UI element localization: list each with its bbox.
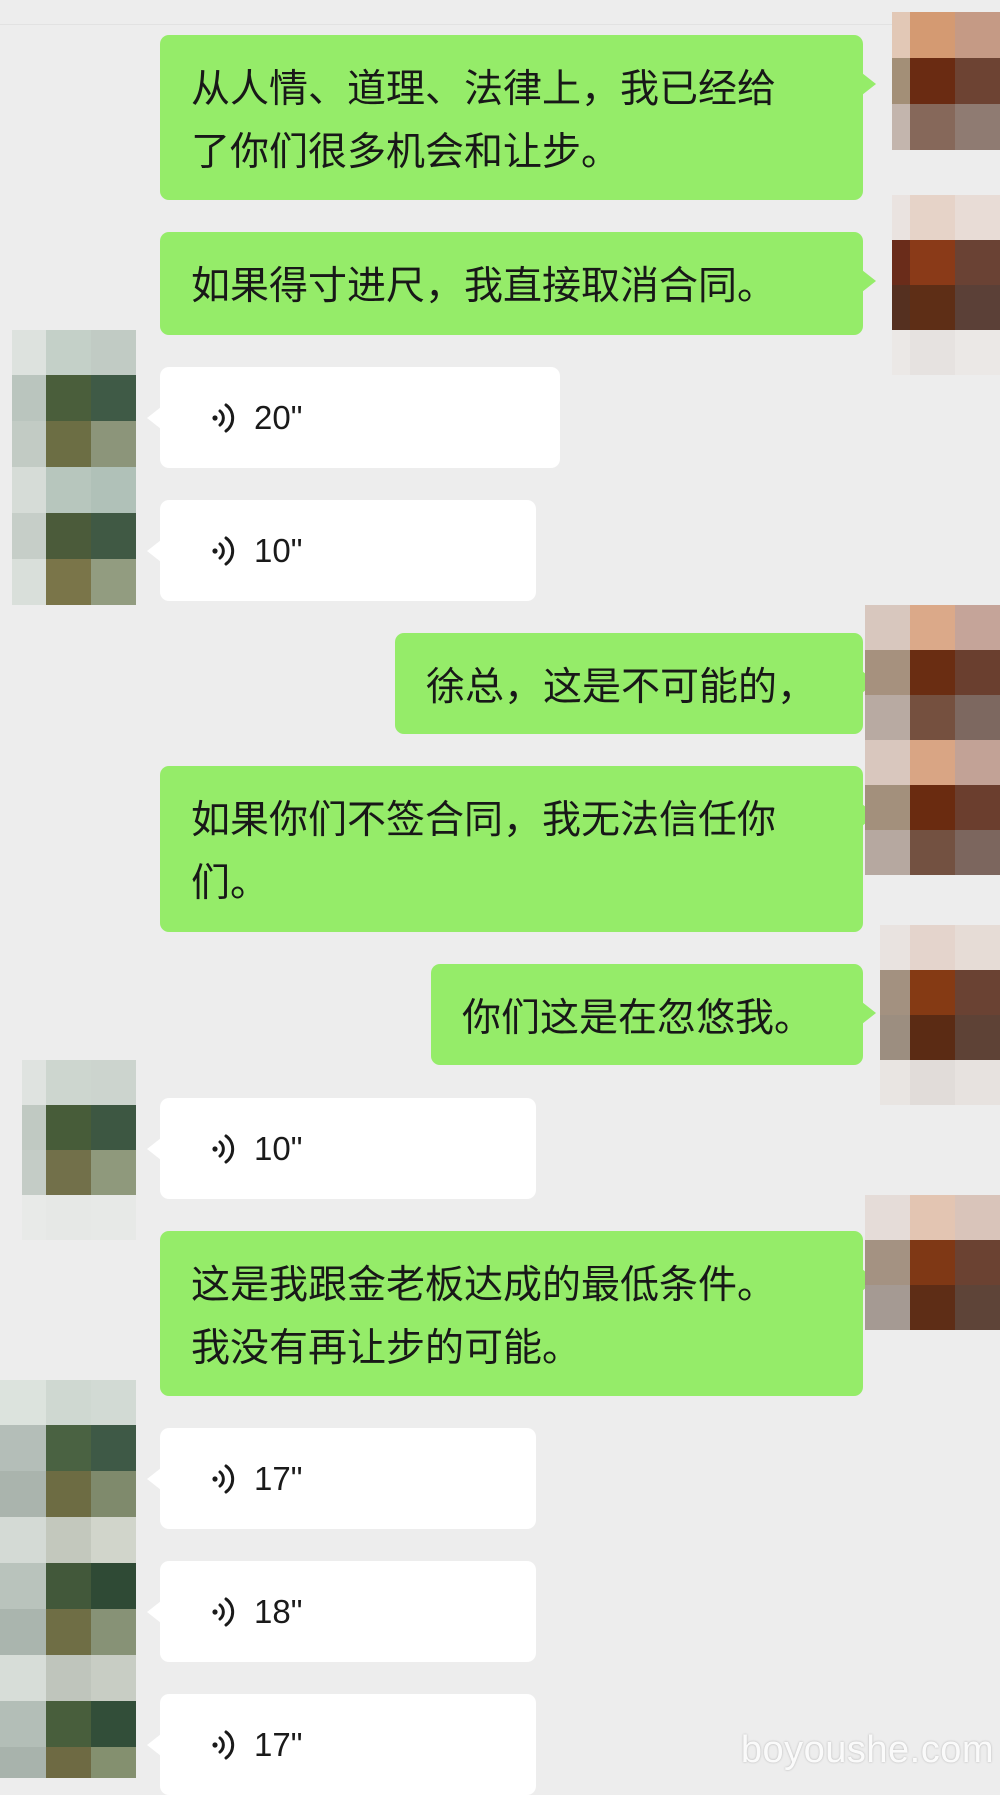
message-bubble-sent[interactable]: 如果得寸进尺，我直接取消合同。 xyxy=(160,232,876,335)
message-text: 从人情、道理、法律上，我已经给 了你们很多机会和让步。 xyxy=(191,67,777,175)
voice-duration: 18" xyxy=(254,1593,303,1630)
voice-message-bubble[interactable]: 10" xyxy=(147,1098,536,1199)
voice-duration: 10" xyxy=(254,532,303,569)
my-avatar[interactable] xyxy=(892,195,1000,375)
voice-message-bubble[interactable]: 17" xyxy=(147,1694,536,1795)
voice-duration: 20" xyxy=(254,399,303,436)
voice-message-bubble[interactable]: 10" xyxy=(147,500,536,601)
message-text: 如果得寸进尺，我直接取消合同。 xyxy=(191,264,777,309)
message-bubble-sent[interactable]: 如果你们不签合同，我无法信任你 们。 xyxy=(160,766,876,932)
voice-wave-icon xyxy=(212,1730,235,1759)
voice-wave-icon xyxy=(212,1464,235,1493)
voice-message-bubble[interactable]: 18" xyxy=(147,1561,536,1662)
my-avatar[interactable] xyxy=(880,925,1000,1105)
watermark: boyoushe.com xyxy=(740,1729,994,1771)
voice-duration: 10" xyxy=(254,1130,303,1167)
voice-duration: 17" xyxy=(254,1726,303,1763)
message-text: 如果你们不签合同，我无法信任你 们。 xyxy=(191,798,777,906)
voice-message-bubble[interactable]: 20" xyxy=(147,367,560,468)
top-divider xyxy=(0,24,1000,25)
message-text: 这是我跟金老板达成的最低条件。 我没有再让步的可能。 xyxy=(191,1263,777,1371)
message-bubble-sent[interactable]: 这是我跟金老板达成的最低条件。 我没有再让步的可能。 xyxy=(160,1231,876,1396)
voice-wave-icon xyxy=(212,1134,235,1163)
contact-avatar[interactable] xyxy=(12,330,136,605)
voice-duration: 17" xyxy=(254,1460,303,1497)
voice-wave-icon xyxy=(212,536,235,565)
my-avatar[interactable] xyxy=(865,605,1000,875)
voice-wave-icon xyxy=(212,403,235,432)
message-bubble-sent[interactable]: 徐总，这是不可能的， xyxy=(395,633,876,734)
message-bubble-sent[interactable]: 你们这是在忽悠我。 xyxy=(431,964,876,1065)
my-avatar[interactable] xyxy=(865,1195,1000,1330)
contact-avatar[interactable] xyxy=(22,1060,136,1240)
voice-message-bubble[interactable]: 17" xyxy=(147,1428,536,1529)
contact-avatar[interactable] xyxy=(0,1380,136,1778)
message-text: 徐总，这是不可能的， xyxy=(426,665,817,710)
my-avatar[interactable] xyxy=(892,12,1000,150)
voice-wave-icon xyxy=(212,1597,235,1626)
message-bubble-sent[interactable]: 从人情、道理、法律上，我已经给 了你们很多机会和让步。 xyxy=(160,35,876,200)
message-text: 你们这是在忽悠我。 xyxy=(462,996,814,1041)
